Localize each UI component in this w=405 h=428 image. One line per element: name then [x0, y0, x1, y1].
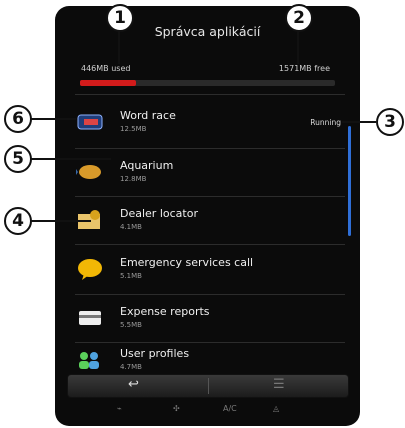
app-size: 5.5MB — [120, 321, 142, 329]
app-name: Dealer locator — [120, 207, 198, 220]
users-icon — [76, 349, 104, 371]
seat-heat-icon[interactable]: ⌁ — [117, 404, 122, 413]
divider — [75, 244, 345, 245]
callout-5: 5 — [4, 145, 32, 173]
divider — [75, 196, 345, 197]
storage-used-label: 446MB used — [81, 64, 131, 73]
fish-icon — [74, 161, 104, 183]
callout-line — [297, 30, 299, 64]
app-row-expense-reports[interactable]: Expense reports 5.5MB — [73, 298, 345, 344]
app-size: 4.7MB — [120, 363, 142, 371]
app-size: 5.1MB — [120, 272, 142, 280]
word-race-icon — [76, 111, 104, 133]
divider — [75, 148, 345, 149]
warning-icon[interactable]: ◬ — [273, 404, 279, 413]
callout-1: 1 — [106, 4, 134, 32]
storage-bar — [80, 80, 335, 86]
app-name: Aquarium — [120, 159, 174, 172]
app-name: Word race — [120, 109, 176, 122]
ac-button[interactable]: A/C — [223, 404, 237, 413]
callout-line — [31, 118, 76, 120]
app-name: User profiles — [120, 347, 190, 360]
callout-2: 2 — [285, 4, 313, 32]
app-row-word-race[interactable]: Word race 12.5MB Running — [73, 102, 345, 148]
screen: Správca aplikácií 446MB used 1571MB free… — [55, 6, 360, 426]
menu-button[interactable]: ☰ — [273, 377, 285, 392]
storage-bar-fill — [80, 80, 137, 86]
callout-6: 6 — [4, 105, 32, 133]
footer-bar: ↩ ☰ — [67, 374, 349, 398]
back-button[interactable]: ↩ — [128, 377, 139, 392]
app-row-dealer-locator[interactable]: Dealer locator 4.1MB — [73, 200, 345, 246]
scrollbar[interactable] — [348, 126, 351, 236]
callout-line — [342, 121, 376, 123]
callout-line — [118, 30, 120, 64]
chat-bubble-icon — [76, 258, 104, 280]
app-row-aquarium[interactable]: Aquarium 12.8MB — [73, 152, 345, 198]
callout-4: 4 — [4, 207, 32, 235]
app-status: Running — [310, 118, 341, 127]
callout-line — [31, 220, 91, 222]
footer-divider — [208, 378, 209, 394]
fan-icon[interactable]: ✣ — [173, 404, 180, 413]
callout-line — [31, 158, 111, 160]
divider — [75, 94, 345, 95]
callout-3: 3 — [376, 108, 404, 136]
app-name: Emergency services call — [120, 256, 254, 269]
card-icon — [76, 307, 104, 329]
app-size: 12.5MB — [120, 125, 147, 133]
app-name: Expense reports — [120, 305, 210, 318]
storage-free-label: 1571MB free — [278, 64, 330, 73]
page-title: Správca aplikácií — [154, 24, 261, 39]
app-size: 4.1MB — [120, 223, 142, 231]
app-row-emergency-services-call[interactable]: Emergency services call 5.1MB — [73, 249, 345, 295]
app-size: 12.8MB — [120, 175, 147, 183]
divider — [75, 294, 345, 295]
